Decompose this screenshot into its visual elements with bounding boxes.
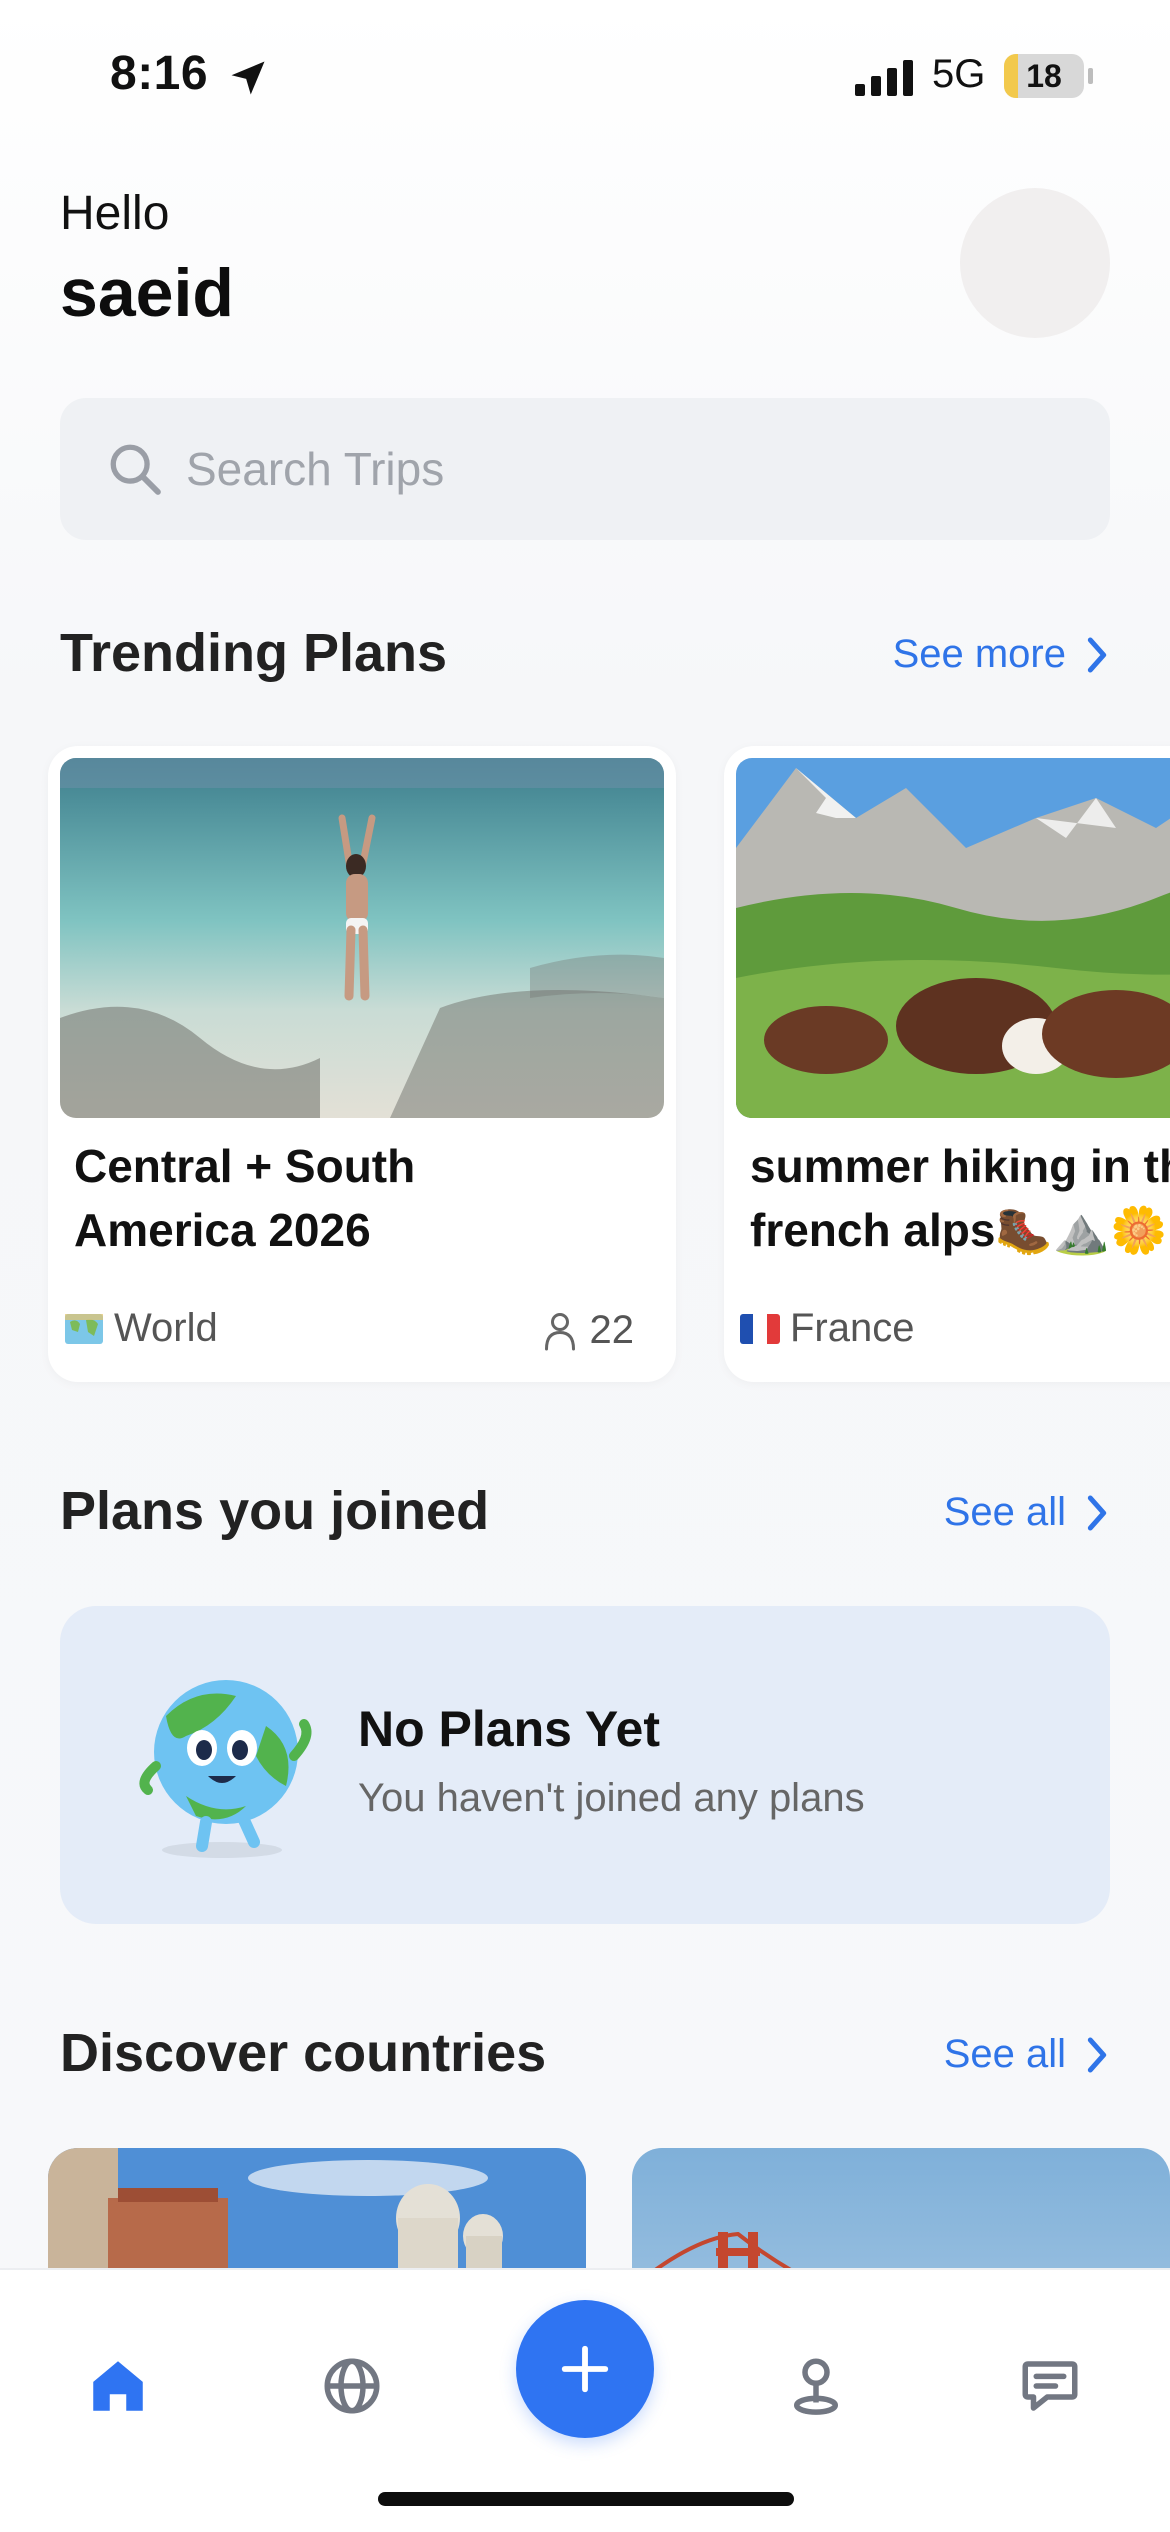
world-map-icon	[65, 1313, 103, 1344]
see-all-countries-link[interactable]: See all	[944, 2032, 1110, 2077]
chevron-right-icon	[1087, 637, 1107, 672]
trending-card-title: Central + South America 2026	[74, 1140, 416, 1256]
person-icon	[544, 1312, 575, 1350]
signal-icon	[855, 60, 913, 96]
search-icon	[110, 444, 161, 495]
see-more-link[interactable]: See more	[893, 632, 1110, 677]
beach-photo	[60, 758, 664, 1118]
card-location-label: France	[790, 1306, 915, 1350]
status-time: 8:16	[110, 47, 209, 100]
trending-card[interactable]: summer hiking in the french alps🥾⛰️🌼 Fra…	[724, 746, 1170, 1382]
home-screen: 8:16 5G 18 Hello saeid Trending Plans Se…	[0, 0, 1170, 2532]
joined-title: Plans you joined	[60, 1481, 490, 1541]
network-type: 5G	[932, 52, 986, 96]
chevron-right-icon	[1087, 1495, 1107, 1530]
empty-state-subtitle: You haven't joined any plans	[358, 1776, 865, 1820]
alps-photo	[736, 758, 1170, 1118]
battery-icon: 18	[1004, 54, 1093, 98]
tab-places[interactable]	[766, 2336, 866, 2436]
add-plan-button[interactable]	[516, 2300, 654, 2438]
search-bar[interactable]	[60, 398, 1110, 540]
battery-level: 18	[1026, 58, 1062, 94]
card-members: 22	[542, 1308, 635, 1353]
card-location: World	[64, 1306, 218, 1351]
chat-icon	[1022, 2361, 1078, 2411]
alps-image	[736, 758, 1170, 1118]
discover-title: Discover countries	[60, 2023, 547, 2083]
member-count: 22	[589, 1308, 635, 1352]
tab-home[interactable]	[68, 2336, 168, 2436]
empty-state-title: No Plans Yet	[358, 1701, 660, 1757]
location-arrow-icon	[231, 61, 265, 95]
add-icon	[561, 2345, 609, 2393]
globe-icon	[324, 2358, 380, 2414]
location-pin-icon	[794, 2358, 838, 2415]
trending-card[interactable]: Central + South America 2026 World 22	[48, 746, 676, 1382]
see-more-label: See more	[892, 632, 1066, 676]
globe-mascot-icon	[139, 1680, 312, 1858]
empty-state-card: No Plans Yet You haven't joined any plan…	[60, 1606, 1110, 1924]
trending-card-title: summer hiking in the french alps🥾⛰️🌼	[750, 1140, 1170, 1256]
card-location: France	[740, 1306, 915, 1351]
card-location-label: World	[114, 1306, 218, 1350]
greeting: Hello	[60, 187, 170, 240]
avatar[interactable]	[960, 188, 1110, 338]
tab-chat[interactable]	[1000, 2336, 1100, 2436]
see-all-joined-link[interactable]: See all	[944, 1490, 1110, 1535]
see-all-label: See all	[943, 2032, 1066, 2076]
trending-title: Trending Plans	[60, 623, 448, 683]
home-icon	[93, 2361, 143, 2411]
france-flag-icon	[740, 1313, 780, 1344]
search-input[interactable]	[186, 434, 1066, 504]
see-all-label: See all	[943, 1490, 1066, 1534]
user-name: saeid	[60, 255, 234, 331]
home-indicator	[378, 2492, 794, 2506]
tab-explore[interactable]	[302, 2336, 402, 2436]
beach-image	[60, 758, 664, 1118]
chevron-right-icon	[1087, 2037, 1107, 2072]
